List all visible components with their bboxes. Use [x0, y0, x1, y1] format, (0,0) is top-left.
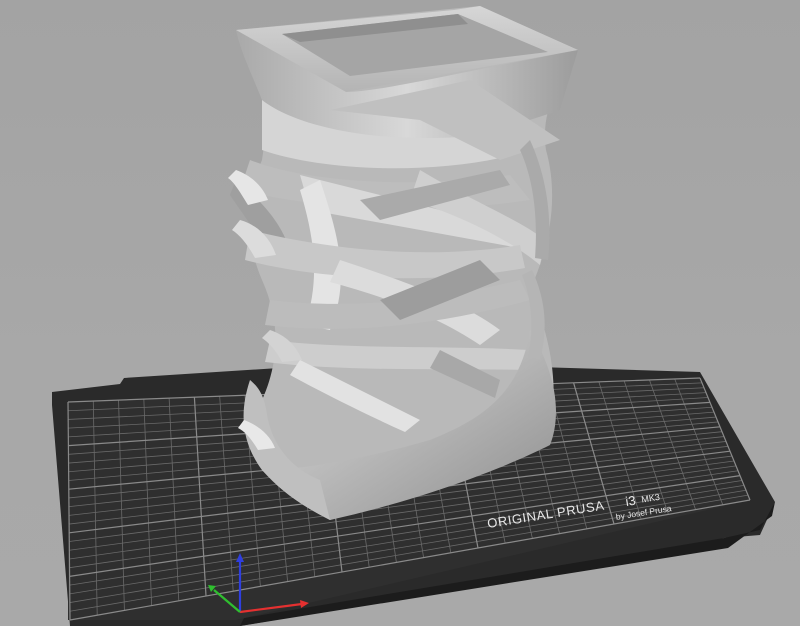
3d-viewport[interactable]: ORIGINAL PRUSA i3 MK3 by Josef Prusa	[0, 0, 800, 626]
vase-model[interactable]	[228, 6, 578, 520]
scene-canvas[interactable]: ORIGINAL PRUSA i3 MK3 by Josef Prusa	[0, 0, 800, 626]
